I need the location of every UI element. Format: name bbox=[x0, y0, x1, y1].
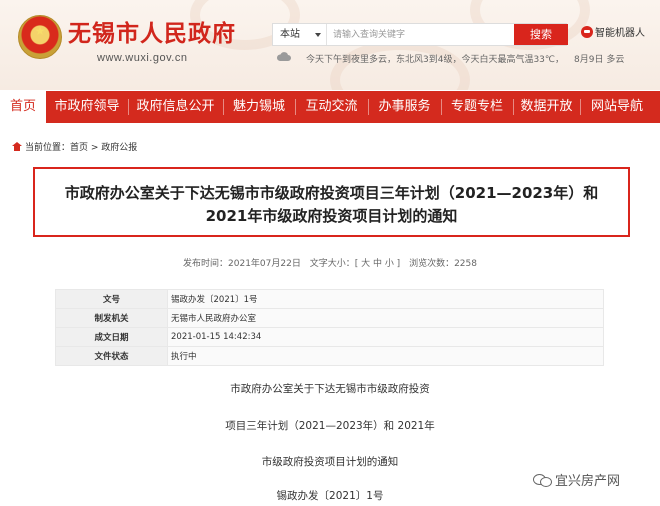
table-row: 制发机关 无锡市人民政府办公室 bbox=[55, 308, 604, 328]
article-title: 市政府办公室关于下达无锡市市级政府投资项目三年计划（2021—2023年）和 2… bbox=[33, 167, 630, 237]
watermark-text: 宜兴房产网 bbox=[555, 474, 621, 489]
site-header: ★ 无锡市人民政府 www.wuxi.gov.cn 本站 搜索 智能机器人 今天… bbox=[0, 0, 660, 90]
info-value: 执行中 bbox=[167, 346, 604, 366]
table-row: 成文日期 2021-01-15 14:42:34 bbox=[55, 327, 604, 347]
breadcrumb-home-link[interactable]: 首页 bbox=[70, 143, 88, 153]
article-title-line: 2021年市级政府投资项目计划的通知 bbox=[205, 207, 458, 225]
info-label: 制发机关 bbox=[55, 308, 168, 328]
main-nav: 首页 市政府领导 政府信息公开 魅力锡城 互动交流 办事服务 专题专栏 数据开放… bbox=[0, 91, 660, 123]
nav-item-charm-city[interactable]: 魅力锡城 bbox=[223, 91, 295, 123]
nav-item-open-data[interactable]: 数据开放 bbox=[513, 91, 580, 123]
article-meta: 发布时间：2021年07月22日 文字大小：[ 大 中 小 ] 浏览次数：225… bbox=[0, 256, 660, 269]
document-info-table: 文号 锡政办发〔2021〕1号 制发机关 无锡市人民政府办公室 成文日期 202… bbox=[55, 289, 604, 366]
nav-item-topics[interactable]: 专题专栏 bbox=[441, 91, 513, 123]
date-weather: 8月9日 多云 bbox=[574, 55, 625, 65]
search-button[interactable]: 搜索 bbox=[514, 24, 568, 45]
article-title-line: 市政府办公室关于下达无锡市市级政府投资项目三年计划（2021—2023年）和 bbox=[64, 184, 599, 202]
nav-item-leaders[interactable]: 市政府领导 bbox=[46, 91, 128, 123]
weather-text: 今天下午到夜里多云，东北风3到4级，今天白天最高气温33℃， bbox=[306, 55, 565, 65]
nav-item-info-disclosure[interactable]: 政府信息公开 bbox=[128, 91, 223, 123]
breadcrumb-separator: > bbox=[88, 143, 102, 153]
site-url: www.wuxi.gov.cn bbox=[97, 52, 188, 64]
info-value: 锡政办发〔2021〕1号 bbox=[167, 289, 604, 309]
wechat-icon bbox=[533, 473, 552, 487]
nav-item-site-nav[interactable]: 网站导航 bbox=[580, 91, 654, 123]
search-input[interactable] bbox=[329, 24, 507, 45]
robot-label: 智能机器人 bbox=[595, 28, 645, 39]
search-scope-label: 本站 bbox=[280, 29, 300, 40]
article-body-line: 项目三年计划（2021—2023年）和 2021年 bbox=[225, 420, 435, 432]
table-row: 文号 锡政办发〔2021〕1号 bbox=[55, 289, 604, 309]
info-label: 文件状态 bbox=[55, 346, 168, 366]
info-label: 文号 bbox=[55, 289, 168, 309]
robot-icon bbox=[581, 26, 593, 38]
nav-item-services[interactable]: 办事服务 bbox=[368, 91, 441, 123]
info-value: 无锡市人民政府办公室 bbox=[167, 308, 604, 328]
info-label: 成文日期 bbox=[55, 327, 168, 347]
breadcrumb-current[interactable]: 政府公报 bbox=[101, 143, 137, 153]
info-value: 2021-01-15 14:42:34 bbox=[167, 327, 604, 347]
breadcrumb-label: 当前位置： bbox=[25, 143, 71, 153]
decorative-cloud bbox=[330, 40, 470, 90]
publish-date: 发布时间：2021年07月22日 bbox=[183, 259, 301, 269]
nav-item-home[interactable]: 首页 bbox=[0, 91, 46, 123]
chevron-down-icon bbox=[315, 33, 321, 37]
search-bar: 本站 搜索 bbox=[272, 23, 568, 46]
article-body-line: 市政府办公室关于下达无锡市市级政府投资 bbox=[230, 383, 430, 395]
wechat-watermark: 宜兴房产网 bbox=[533, 470, 620, 489]
nav-item-interaction[interactable]: 互动交流 bbox=[295, 91, 368, 123]
national-emblem-logo: ★ bbox=[18, 15, 62, 59]
table-row: 文件状态 执行中 bbox=[55, 346, 604, 366]
home-icon bbox=[12, 142, 22, 151]
breadcrumb: 当前位置：首页 > 政府公报 bbox=[12, 140, 137, 153]
cloud-icon bbox=[276, 52, 291, 61]
search-scope-select[interactable]: 本站 bbox=[273, 24, 327, 45]
font-size-control[interactable]: 文字大小：[ 大 中 小 ] bbox=[310, 259, 400, 269]
view-count: 浏览次数：2258 bbox=[409, 259, 477, 269]
site-title[interactable]: 无锡市人民政府 bbox=[68, 14, 236, 48]
article-body-line: 市级政府投资项目计划的通知 bbox=[261, 456, 399, 468]
article-body-line: 锡政办发〔2021〕1号 bbox=[276, 490, 384, 502]
smart-robot-link[interactable]: 智能机器人 bbox=[581, 24, 645, 39]
